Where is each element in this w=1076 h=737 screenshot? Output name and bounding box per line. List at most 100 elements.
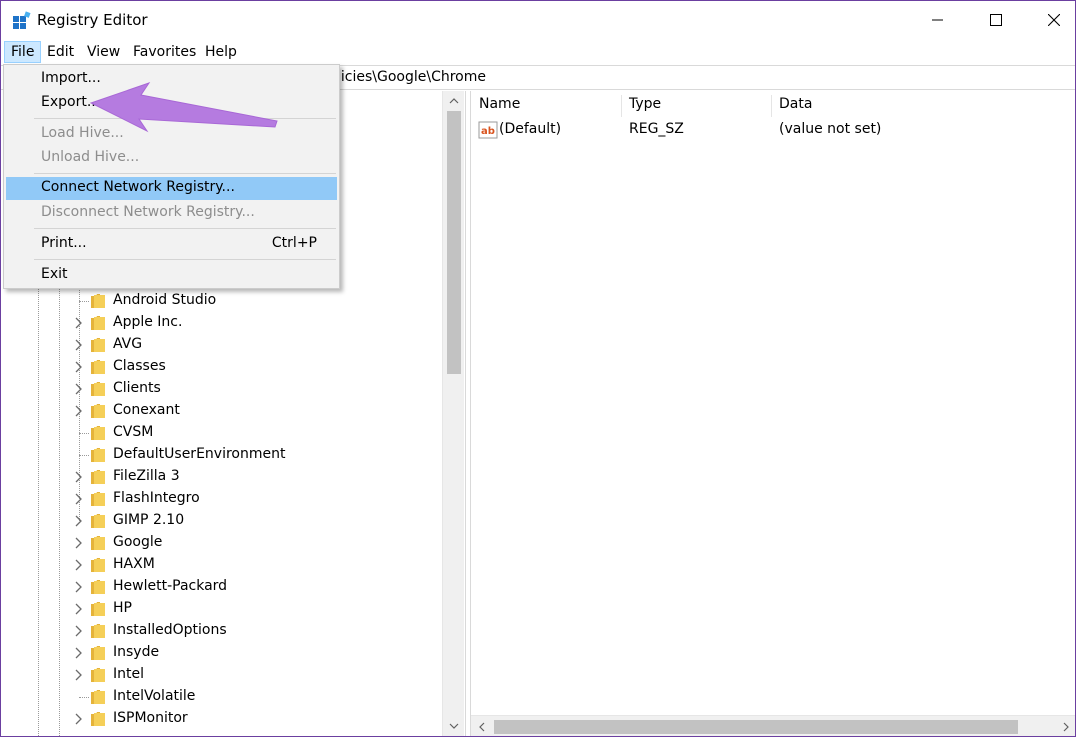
column-header-type[interactable]: Type (621, 91, 661, 117)
folder-icon (91, 426, 105, 440)
chevron-right-icon[interactable] (73, 382, 85, 396)
tree-item[interactable]: GIMP 2.10 (1, 510, 441, 532)
scroll-down-button[interactable] (443, 716, 465, 736)
menu-item-disconnect-network-registry: Disconnect Network Registry... (6, 202, 337, 225)
chevron-left-icon (479, 722, 485, 732)
menu-separator (34, 228, 336, 229)
tree-item-label: CVSM (113, 424, 154, 440)
address-path: licies\Google\Chrome (337, 69, 486, 85)
tree-item-label: Apple Inc. (113, 314, 183, 330)
registry-editor-icon (13, 11, 31, 29)
folder-icon (91, 338, 105, 352)
menu-file[interactable]: File (4, 41, 42, 63)
scroll-thumb[interactable] (447, 111, 461, 374)
tree-item[interactable]: CVSM (1, 422, 441, 444)
tree-item[interactable]: Classes (1, 356, 441, 378)
chevron-right-icon[interactable] (73, 624, 85, 638)
column-header-name[interactable]: Name (471, 91, 520, 117)
tree-connector (79, 455, 89, 456)
folder-icon (91, 624, 105, 638)
tree-item-label: Clients (113, 380, 161, 396)
folder-icon (91, 558, 105, 572)
values-horizontal-scrollbar[interactable] (471, 715, 1075, 736)
tree-item[interactable]: Google (1, 532, 441, 554)
folder-icon (91, 316, 105, 330)
chevron-right-icon[interactable] (73, 712, 85, 726)
scroll-right-button[interactable] (1055, 716, 1075, 736)
value-row[interactable]: ab (Default) REG_SZ (value not set) (471, 119, 1071, 141)
column-header-data[interactable]: Data (771, 91, 812, 117)
values-pane: Name Type Data ab (Default) REG_SZ (valu… (471, 91, 1075, 736)
folder-icon (91, 404, 105, 418)
chevron-right-icon[interactable] (73, 646, 85, 660)
tree-item[interactable]: HP (1, 598, 441, 620)
tree-item[interactable]: FlashIntegro (1, 488, 441, 510)
folder-icon (91, 536, 105, 550)
tree-item-label: Hewlett-Packard (113, 578, 228, 594)
tree-item[interactable]: Apple Inc. (1, 312, 441, 334)
title-bar: Registry Editor (1, 1, 1075, 39)
menu-item-connect-network-registry[interactable]: Connect Network Registry... (6, 177, 337, 200)
menu-item-print-label: Print... (41, 235, 87, 251)
value-data: (value not set) (779, 121, 882, 137)
tree-item-label: AVG (113, 336, 143, 352)
tree-item[interactable]: Clients (1, 378, 441, 400)
menu-separator (34, 259, 336, 260)
print-shortcut: Ctrl+P (271, 235, 317, 251)
chevron-right-icon[interactable] (73, 492, 85, 506)
window-title: Registry Editor (37, 11, 148, 29)
tree-connector (79, 697, 89, 698)
tree-connector (79, 433, 89, 434)
tree-item-label: Insyde (113, 644, 160, 660)
menu-help[interactable]: Help (199, 41, 243, 63)
tree-item[interactable]: AVG (1, 334, 441, 356)
tree-item-label: GIMP 2.10 (113, 512, 185, 528)
maximize-button[interactable] (967, 1, 1025, 39)
tree-item-label: Google (113, 534, 163, 550)
folder-icon (91, 470, 105, 484)
chevron-right-icon[interactable] (73, 602, 85, 616)
scroll-up-button[interactable] (443, 91, 465, 111)
chevron-right-icon[interactable] (73, 536, 85, 550)
tree-item[interactable]: FileZilla 3 (1, 466, 441, 488)
horizontal-scroll-thumb[interactable] (494, 720, 1018, 734)
chevron-right-icon[interactable] (73, 316, 85, 330)
chevron-right-icon[interactable] (73, 360, 85, 374)
chevron-right-icon[interactable] (73, 668, 85, 682)
tree-item[interactable]: Intel (1, 664, 441, 686)
tree-item-label: InstalledOptions (113, 622, 227, 638)
folder-icon (91, 492, 105, 506)
chevron-right-icon[interactable] (73, 404, 85, 418)
menu-edit[interactable]: Edit (41, 41, 80, 63)
tree-item[interactable]: DefaultUserEnvironment (1, 444, 441, 466)
tree-item[interactable]: InstalledOptions (1, 620, 441, 642)
tree-item-label: FileZilla 3 (113, 468, 180, 484)
tree-item[interactable]: HAXM (1, 554, 441, 576)
tree-item[interactable]: Conexant (1, 400, 441, 422)
folder-icon (91, 712, 105, 726)
scroll-left-button[interactable] (471, 716, 493, 736)
tree-item[interactable]: ISPMonitor (1, 708, 441, 730)
chevron-down-icon (449, 723, 459, 729)
tree-item[interactable]: Hewlett-Packard (1, 576, 441, 598)
tree-vertical-scrollbar[interactable] (442, 91, 465, 736)
menu-favorites[interactable]: Favorites (127, 41, 202, 63)
string-value-icon: ab (478, 121, 498, 139)
minimize-icon (932, 19, 943, 21)
chevron-right-icon[interactable] (73, 338, 85, 352)
close-button[interactable] (1025, 1, 1075, 39)
menu-item-print[interactable]: Print... Ctrl+P (6, 233, 337, 256)
svg-text:ab: ab (481, 126, 495, 137)
chevron-right-icon[interactable] (73, 558, 85, 572)
chevron-right-icon[interactable] (73, 470, 85, 484)
menu-view[interactable]: View (81, 41, 126, 63)
chevron-right-icon[interactable] (73, 580, 85, 594)
tree-item[interactable]: Android Studio (1, 290, 441, 312)
tree-item[interactable]: Insyde (1, 642, 441, 664)
minimize-button[interactable] (909, 1, 967, 39)
menu-item-exit[interactable]: Exit (6, 264, 337, 287)
chevron-right-icon[interactable] (73, 514, 85, 528)
tree-item-label: Intel (113, 666, 144, 682)
tree-item[interactable]: IntelVolatile (1, 686, 441, 708)
tree-item-label: Android Studio (113, 292, 217, 308)
